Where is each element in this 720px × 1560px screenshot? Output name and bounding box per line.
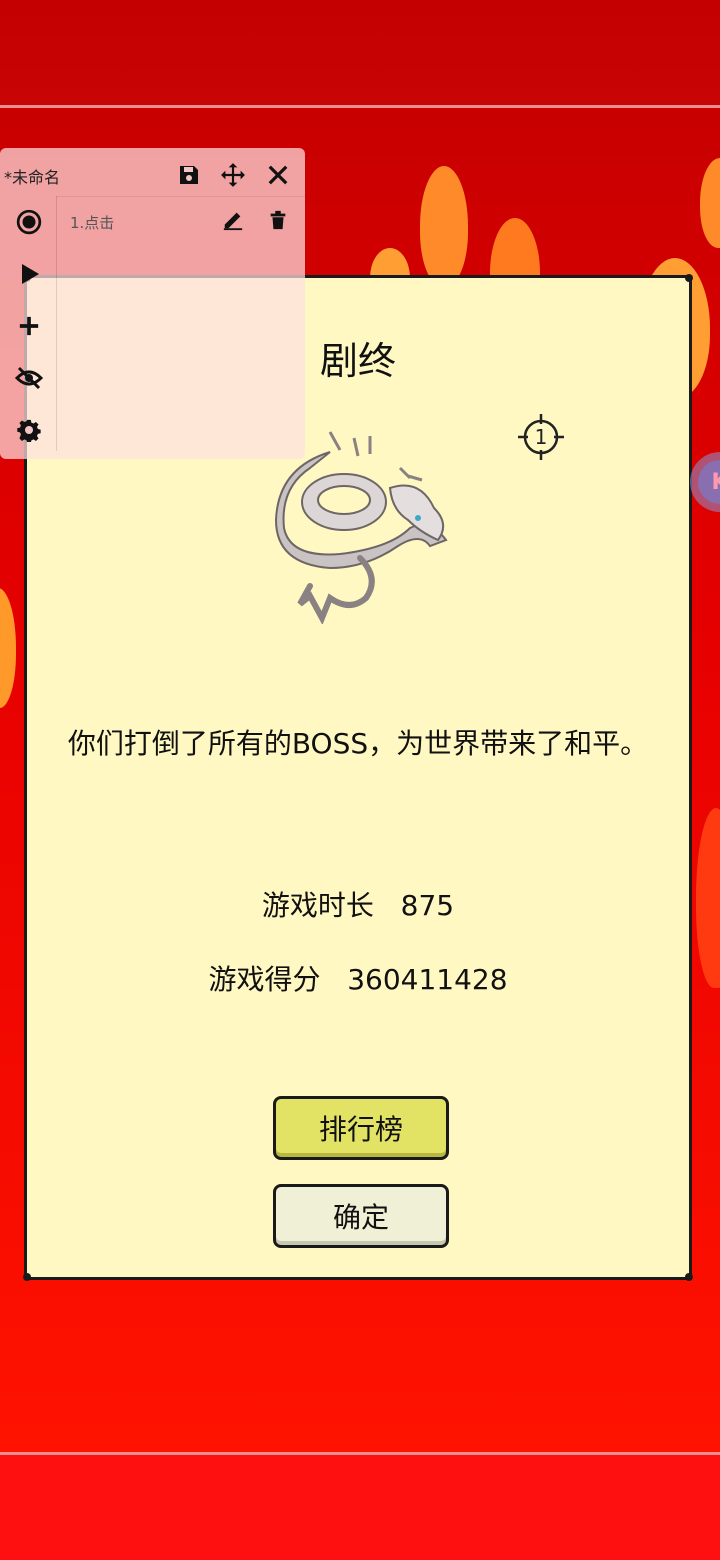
hide-icon[interactable] <box>15 364 43 392</box>
leaderboard-button[interactable]: 排行榜 <box>273 1096 449 1160</box>
play-icon[interactable] <box>16 260 44 288</box>
background-bottom <box>0 1455 720 1560</box>
panel-column-divider <box>56 196 57 451</box>
add-icon[interactable] <box>15 312 43 340</box>
flame-shape <box>420 166 468 286</box>
save-icon[interactable] <box>175 161 203 189</box>
settings-icon[interactable] <box>15 416 43 444</box>
dialog-corner <box>685 1273 693 1281</box>
flame-shape <box>0 588 16 708</box>
crosshair-number: 1 <box>535 425 548 449</box>
record-icon[interactable] <box>15 208 43 236</box>
step-item-label[interactable]: 1.点击 <box>70 212 114 233</box>
dialog-corner <box>685 274 693 282</box>
edit-icon[interactable] <box>219 206 247 234</box>
dialog-corner <box>23 1273 31 1281</box>
ending-message: 你们打倒了所有的BOSS，为世界带来了和平。 <box>67 727 649 760</box>
score-row: 游戏得分 360411428 <box>27 958 689 998</box>
flame-shape <box>696 808 720 988</box>
score-label: 游戏得分 <box>208 963 321 996</box>
play-time-label: 游戏时长 <box>261 889 374 922</box>
play-time-value: 875 <box>400 889 455 922</box>
close-icon[interactable] <box>264 161 292 189</box>
crosshair-target-icon[interactable]: 1 <box>518 414 564 460</box>
delete-icon[interactable] <box>264 206 292 234</box>
assistant-logo-icon: K <box>698 460 720 504</box>
macro-title: *未命名 <box>4 168 61 187</box>
score-value: 360411428 <box>347 963 508 996</box>
background-top <box>0 0 720 106</box>
panel-row-divider <box>56 196 305 197</box>
move-icon[interactable] <box>219 161 247 189</box>
confirm-button[interactable]: 确定 <box>273 1184 449 1248</box>
play-time-row: 游戏时长 875 <box>27 884 689 924</box>
flame-shape <box>700 158 720 248</box>
macro-panel: *未命名 1.点击 <box>0 148 305 459</box>
